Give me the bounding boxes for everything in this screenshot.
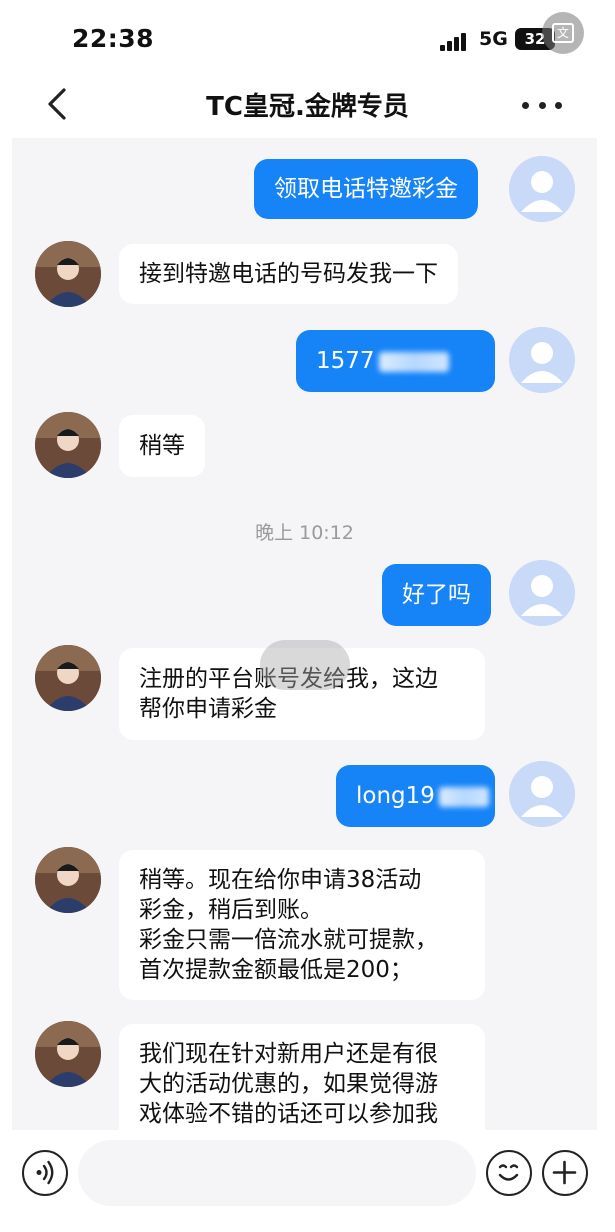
user-avatar-icon [509,560,575,626]
message-text: long19 [356,783,435,809]
network-label: 5G [479,28,508,50]
agent-avatar-photo [35,847,101,913]
message-line: 彩金只需一倍流水就可提款， [139,927,438,953]
more-dots-icon [522,101,529,109]
voice-icon [36,1160,54,1185]
message-text: 领取电话特邀彩金 [274,176,458,202]
agent-avatar[interactable] [35,412,101,478]
message-line: 帮你申请彩金 [139,696,277,722]
more-dot [555,101,562,109]
add-button[interactable] [542,1150,588,1196]
user-avatar[interactable] [509,761,575,827]
message-bubble-incoming[interactable]: 我们现在针对新用户还是有很 大的活动优惠的，如果觉得游 戏体验不错的话还可以参加… [119,1024,485,1130]
user-avatar[interactable] [509,560,575,626]
user-avatar[interactable] [509,156,575,222]
nav-bar: TC皇冠.金牌专员 [0,70,615,138]
status-time: 22:38 [72,24,155,53]
user-avatar[interactable] [509,327,575,393]
message-line: 彩金，稍后到账。 [139,897,323,923]
message-bubble-outgoing[interactable]: long19 [336,765,495,827]
signal-icon [440,31,470,51]
floating-overlay [260,640,350,690]
message-line: 首次提款金额最低是200； [139,957,413,983]
message-text: 稍等 [139,433,185,459]
message-line: 我们现在针对新用户还是有很 [139,1041,438,1067]
status-bar: 22:38 5G 32 文 [0,0,615,70]
voice-button[interactable] [22,1150,68,1196]
agent-avatar[interactable] [35,645,101,711]
user-avatar-icon [509,156,575,222]
agent-avatar-photo [35,412,101,478]
user-avatar-icon [509,327,575,393]
emoji-icon [498,1164,519,1181]
message-bubble-incoming[interactable]: 接到特邀电话的号码发我一下 [119,244,458,304]
translate-label: 文 [552,23,574,43]
chat-screen: 22:38 5G 32 文 TC皇冠.金牌专员 领取电话特邀彩金 接到特邀电话的… [0,0,615,1232]
agent-avatar-photo [35,1021,101,1087]
message-text: 1577 [316,348,375,374]
plus-icon [552,1160,577,1185]
redaction-mask [378,351,449,372]
message-input[interactable] [78,1140,476,1206]
chat-area[interactable]: 领取电话特邀彩金 接到特邀电话的号码发我一下 1577 稍等 晚上 10:12 … [12,138,597,1130]
agent-avatar-photo [35,645,101,711]
message-bubble-outgoing[interactable]: 1577 [296,330,495,392]
agent-avatar-photo [35,241,101,307]
agent-avatar[interactable] [35,1021,101,1087]
message-bubble-incoming[interactable]: 稍等。现在给你申请38活动 彩金，稍后到账。 彩金只需一倍流水就可提款， 首次提… [119,850,485,1000]
translate-icon[interactable]: 文 [542,12,584,54]
message-text: 接到特邀电话的号码发我一下 [139,261,438,287]
message-line: 大的活动优惠的，如果觉得游 [139,1071,438,1097]
more-button[interactable] [522,90,562,120]
agent-avatar[interactable] [35,241,101,307]
user-avatar-icon [509,761,575,827]
timestamp: 晚上 10:12 [255,522,354,544]
more-dot [538,101,546,109]
redaction-mask [438,786,489,807]
message-line: 戏体验不错的话还可以参加我 [139,1101,438,1127]
emoji-button[interactable] [486,1150,532,1196]
message-text: 好了吗 [402,582,471,608]
message-bubble-outgoing[interactable]: 好了吗 [382,564,491,626]
input-bar [0,1130,615,1232]
message-bubble-incoming[interactable]: 稍等 [119,415,205,477]
message-line: 稍等。现在给你申请38活动 [139,867,422,893]
message-bubble-outgoing[interactable]: 领取电话特邀彩金 [254,159,478,219]
agent-avatar[interactable] [35,847,101,913]
